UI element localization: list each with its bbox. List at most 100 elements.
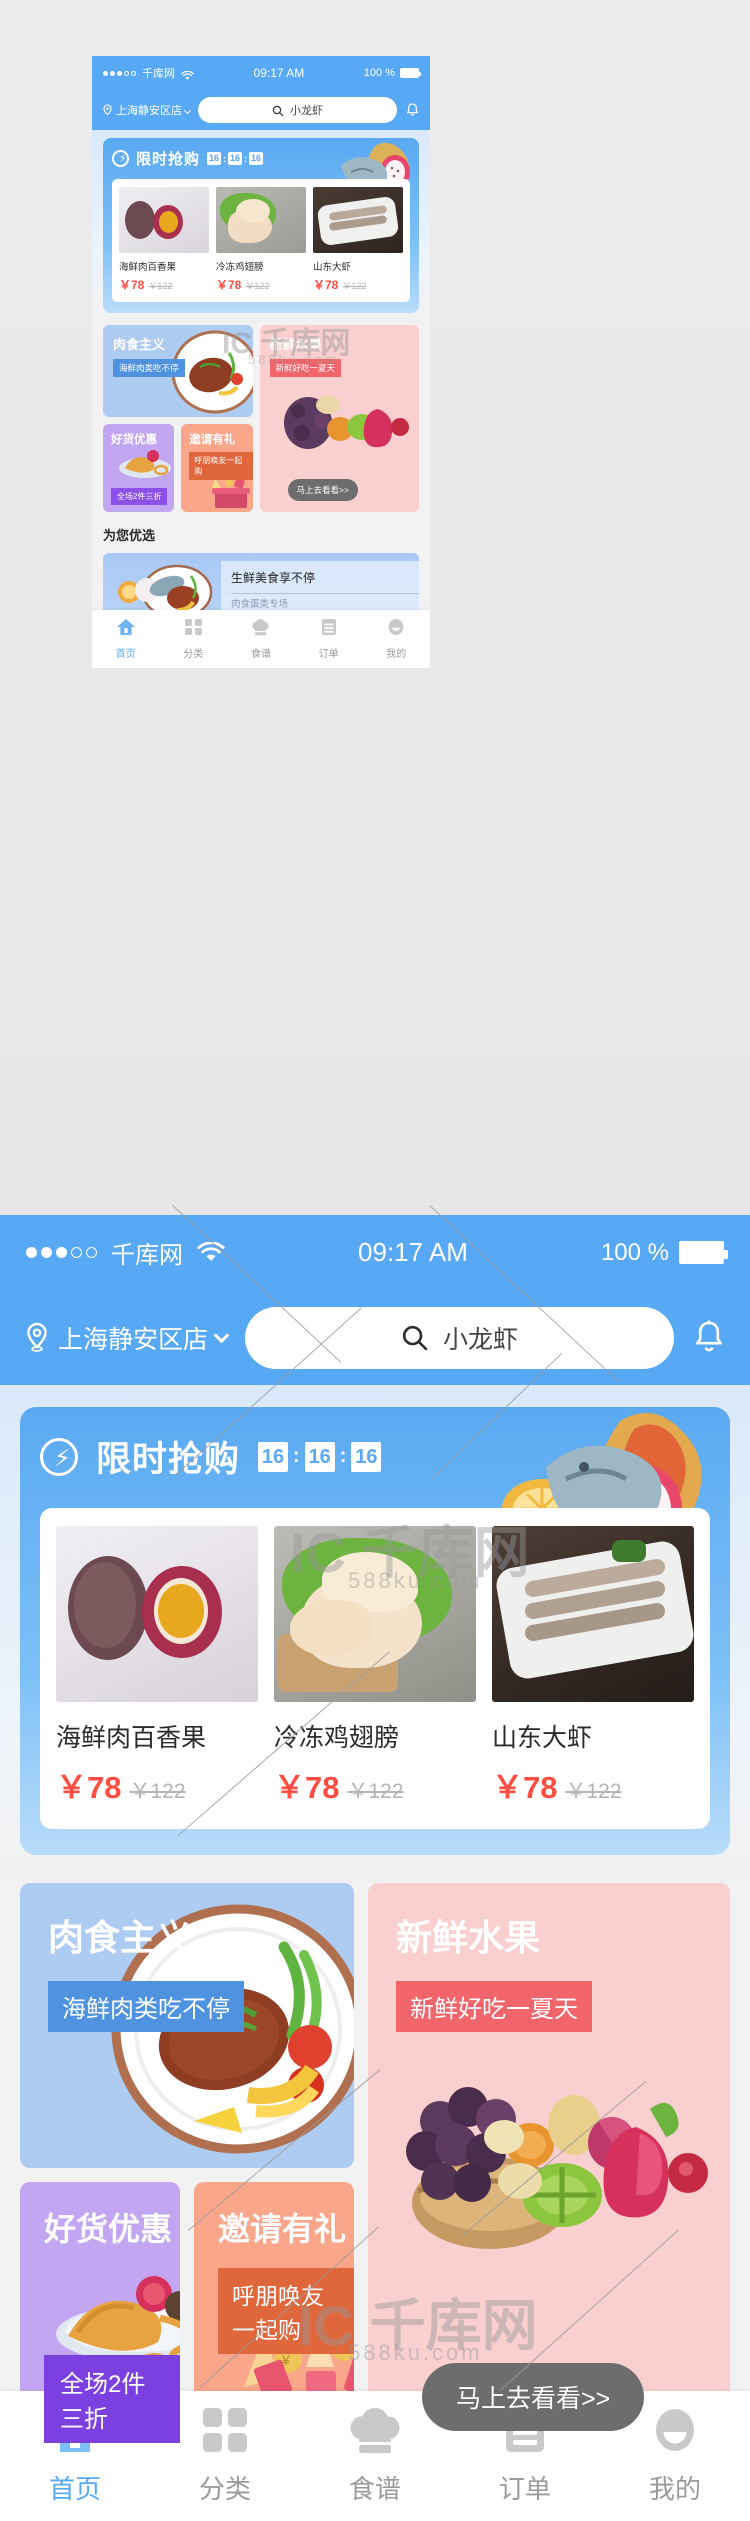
product-card[interactable]: 山东大虾 ￥78 ￥122 bbox=[492, 1526, 694, 1807]
flash-timer-small: 16 : 16 : 16 bbox=[207, 152, 264, 165]
phone-preview-small: 千库网 09:17 AM 100 % 上海静安区店 小龙虾 ⚡ 限时抢购 16 … bbox=[92, 56, 430, 668]
status-bar-small: 千库网 09:17 AM 100 % bbox=[92, 56, 430, 90]
timer-seconds-small: 16 bbox=[249, 152, 264, 165]
category-tile-deals[interactable]: 好货优惠 全场2件三折 bbox=[103, 424, 175, 512]
timer-sep-2-small: : bbox=[244, 153, 248, 164]
tab-label: 我的 bbox=[648, 2474, 701, 2504]
category-tile-meat[interactable]: 肉食主义 海鲜肉类吃不停 bbox=[20, 1883, 354, 2168]
product-price-row: ￥78 ￥122 bbox=[492, 1762, 694, 1807]
flash-header-large: ⚡ 限时抢购 16 : 16 : 16 bbox=[40, 1431, 710, 1482]
flash-sale-card-large[interactable]: ⚡ 限时抢购 16 : 16 : 16 海鲜肉百香果 ￥78 ￥122 冷冻鸡翅… bbox=[20, 1407, 730, 1855]
category-tile-meat[interactable]: 肉食主义 海鲜肉类吃不停 bbox=[103, 325, 253, 417]
category-tag: 新鲜好吃一夏天 bbox=[269, 359, 342, 377]
product-price-row: ￥78 ￥122 bbox=[313, 276, 403, 293]
product-original-price: ￥122 bbox=[347, 1780, 404, 1803]
category-tag: 海鲜肉类吃不停 bbox=[48, 1981, 244, 2032]
product-name: 山东大虾 bbox=[313, 262, 352, 273]
location-pin-icon bbox=[24, 1322, 50, 1353]
category-title: 好货优惠 bbox=[44, 2211, 173, 2247]
category-title: 肉食主义 bbox=[113, 337, 166, 352]
category-tile-deals[interactable]: 好货优惠 全场2件三折 bbox=[20, 2182, 180, 2467]
category-cta-button[interactable]: 马上去看看>> bbox=[287, 479, 358, 501]
product-price-row: ￥78 ￥122 bbox=[274, 1762, 476, 1807]
bell-icon[interactable] bbox=[692, 1319, 726, 1357]
category-image-fruits bbox=[268, 393, 416, 465]
product-price: ￥78 bbox=[119, 278, 145, 292]
category-title: 好货优惠 bbox=[111, 434, 157, 446]
status-bar-large: 千库网 09:17 AM 100 % bbox=[0, 1215, 750, 1290]
timer-sep-1-small: : bbox=[223, 153, 227, 164]
status-left-large: 千库网 bbox=[26, 1235, 225, 1270]
category-tag: 全场2件三折 bbox=[44, 2355, 180, 2443]
category-cta-button[interactable]: 马上去看看>> bbox=[422, 2363, 645, 2431]
timer-seconds-large: 16 bbox=[351, 1441, 382, 1472]
search-icon bbox=[401, 1324, 429, 1352]
flash-products-large: 海鲜肉百香果 ￥78 ￥122 冷冻鸡翅膀 ￥78 ￥122 山东大虾 ￥78 … bbox=[40, 1508, 710, 1829]
search-icon bbox=[272, 104, 284, 117]
recommend-divider bbox=[231, 593, 419, 594]
grid-icon bbox=[184, 619, 203, 640]
status-left-small: 千库网 bbox=[103, 65, 194, 81]
category-tile-fruit[interactable]: 新鲜水果 新鲜好吃一夏天 马上去看看>> bbox=[368, 1883, 730, 2467]
battery-full-icon bbox=[679, 1241, 728, 1264]
product-original-price: ￥122 bbox=[565, 1780, 622, 1803]
recommend-card-title: 生鲜美食享不停 bbox=[231, 571, 316, 585]
signal-dots-icon bbox=[26, 1247, 97, 1258]
category-title: 新鲜水果 bbox=[396, 1917, 541, 1958]
timer-hours-small: 16 bbox=[207, 152, 222, 165]
search-bar-small[interactable]: 小龙虾 bbox=[198, 97, 397, 123]
product-card[interactable]: 海鲜肉百香果 ￥78 ￥122 bbox=[56, 1526, 258, 1807]
flash-sale-card-small[interactable]: ⚡ 限时抢购 16 : 16 : 16 海鲜肉百香果 ￥78 ￥122 冷冻鸡翅… bbox=[103, 138, 419, 313]
timer-sep-2-large: : bbox=[339, 1445, 347, 1467]
home-icon bbox=[116, 619, 136, 640]
user-icon bbox=[651, 2409, 699, 2458]
status-right-large: 100 % bbox=[601, 1239, 728, 1267]
timer-sep-1-large: : bbox=[293, 1445, 300, 1467]
battery-full-icon bbox=[400, 68, 421, 78]
clock-small: 09:17 AM bbox=[253, 66, 305, 80]
carrier-label-large: 千库网 bbox=[111, 1242, 183, 1269]
product-card[interactable]: 山东大虾 ￥78 ￥122 bbox=[313, 187, 403, 293]
location-selector-small[interactable]: 上海静安区店 bbox=[102, 102, 192, 118]
tab-label: 我的 bbox=[386, 649, 407, 660]
product-card[interactable]: 海鲜肉百香果 ￥78 ￥122 bbox=[119, 187, 209, 293]
tab-category[interactable]: 分类 bbox=[160, 618, 228, 660]
tab-label: 食谱 bbox=[348, 2474, 401, 2504]
tab-label: 订单 bbox=[498, 2474, 551, 2504]
chevron-down-icon bbox=[183, 106, 192, 114]
product-image bbox=[216, 187, 306, 253]
battery-percent-small: 100 % bbox=[363, 67, 395, 79]
category-tag: 海鲜肉类吃不停 bbox=[113, 359, 185, 377]
wifi-icon bbox=[197, 1240, 225, 1264]
product-price: ￥78 bbox=[492, 1770, 558, 1805]
product-image bbox=[274, 1526, 476, 1702]
tab-profile[interactable]: 我的 bbox=[362, 618, 430, 660]
category-grid-large: 肉食主义 海鲜肉类吃不停 好货优惠 全场2件三折 邀请有礼 呼朋唤友一起购 ¥ … bbox=[0, 1883, 750, 2467]
category-tile-invite[interactable]: 邀请有礼 呼朋唤友一起购 bbox=[181, 424, 253, 512]
tab-home[interactable]: 首页 bbox=[92, 618, 160, 660]
tab-label: 首页 bbox=[115, 649, 136, 660]
flash-title-small: 限时抢购 bbox=[136, 151, 201, 168]
timer-minutes-large: 16 bbox=[304, 1441, 335, 1472]
category-tile-fruit[interactable]: 新鲜水果 新鲜好吃一夏天 马上去看看>> bbox=[259, 325, 419, 512]
bell-icon[interactable] bbox=[405, 102, 420, 118]
recommend-section-small: 为您优选 生鲜美食享不停 肉食蛋类专场 bbox=[92, 512, 430, 623]
flash-header-small: ⚡ 限时抢购 16 : 16 : 16 bbox=[112, 148, 410, 169]
tab-orders[interactable]: 订单 bbox=[295, 618, 363, 660]
product-image bbox=[56, 1526, 258, 1702]
flash-title-large: 限时抢购 bbox=[96, 1440, 241, 1479]
search-value-large: 小龙虾 bbox=[443, 1325, 519, 1354]
tab-label: 首页 bbox=[48, 2474, 101, 2504]
tab-recipe[interactable]: 食谱 bbox=[227, 618, 295, 660]
product-original-price: ￥122 bbox=[342, 281, 367, 291]
product-name: 冷冻鸡翅膀 bbox=[216, 262, 264, 273]
product-card[interactable]: 冷冻鸡翅膀 ￥78 ￥122 bbox=[274, 1526, 476, 1807]
category-tag: 新鲜好吃一夏天 bbox=[396, 1981, 592, 2032]
tab-label: 分类 bbox=[183, 649, 204, 660]
product-price: ￥78 bbox=[313, 278, 339, 292]
tab-recipe[interactable]: 食谱 bbox=[300, 2406, 450, 2506]
chevron-down-icon bbox=[213, 1327, 230, 1343]
location-selector-large[interactable]: 上海静安区店 bbox=[24, 1320, 230, 1356]
product-card[interactable]: 冷冻鸡翅膀 ￥78 ￥122 bbox=[216, 187, 306, 293]
search-bar-large[interactable]: 小龙虾 bbox=[245, 1306, 674, 1369]
